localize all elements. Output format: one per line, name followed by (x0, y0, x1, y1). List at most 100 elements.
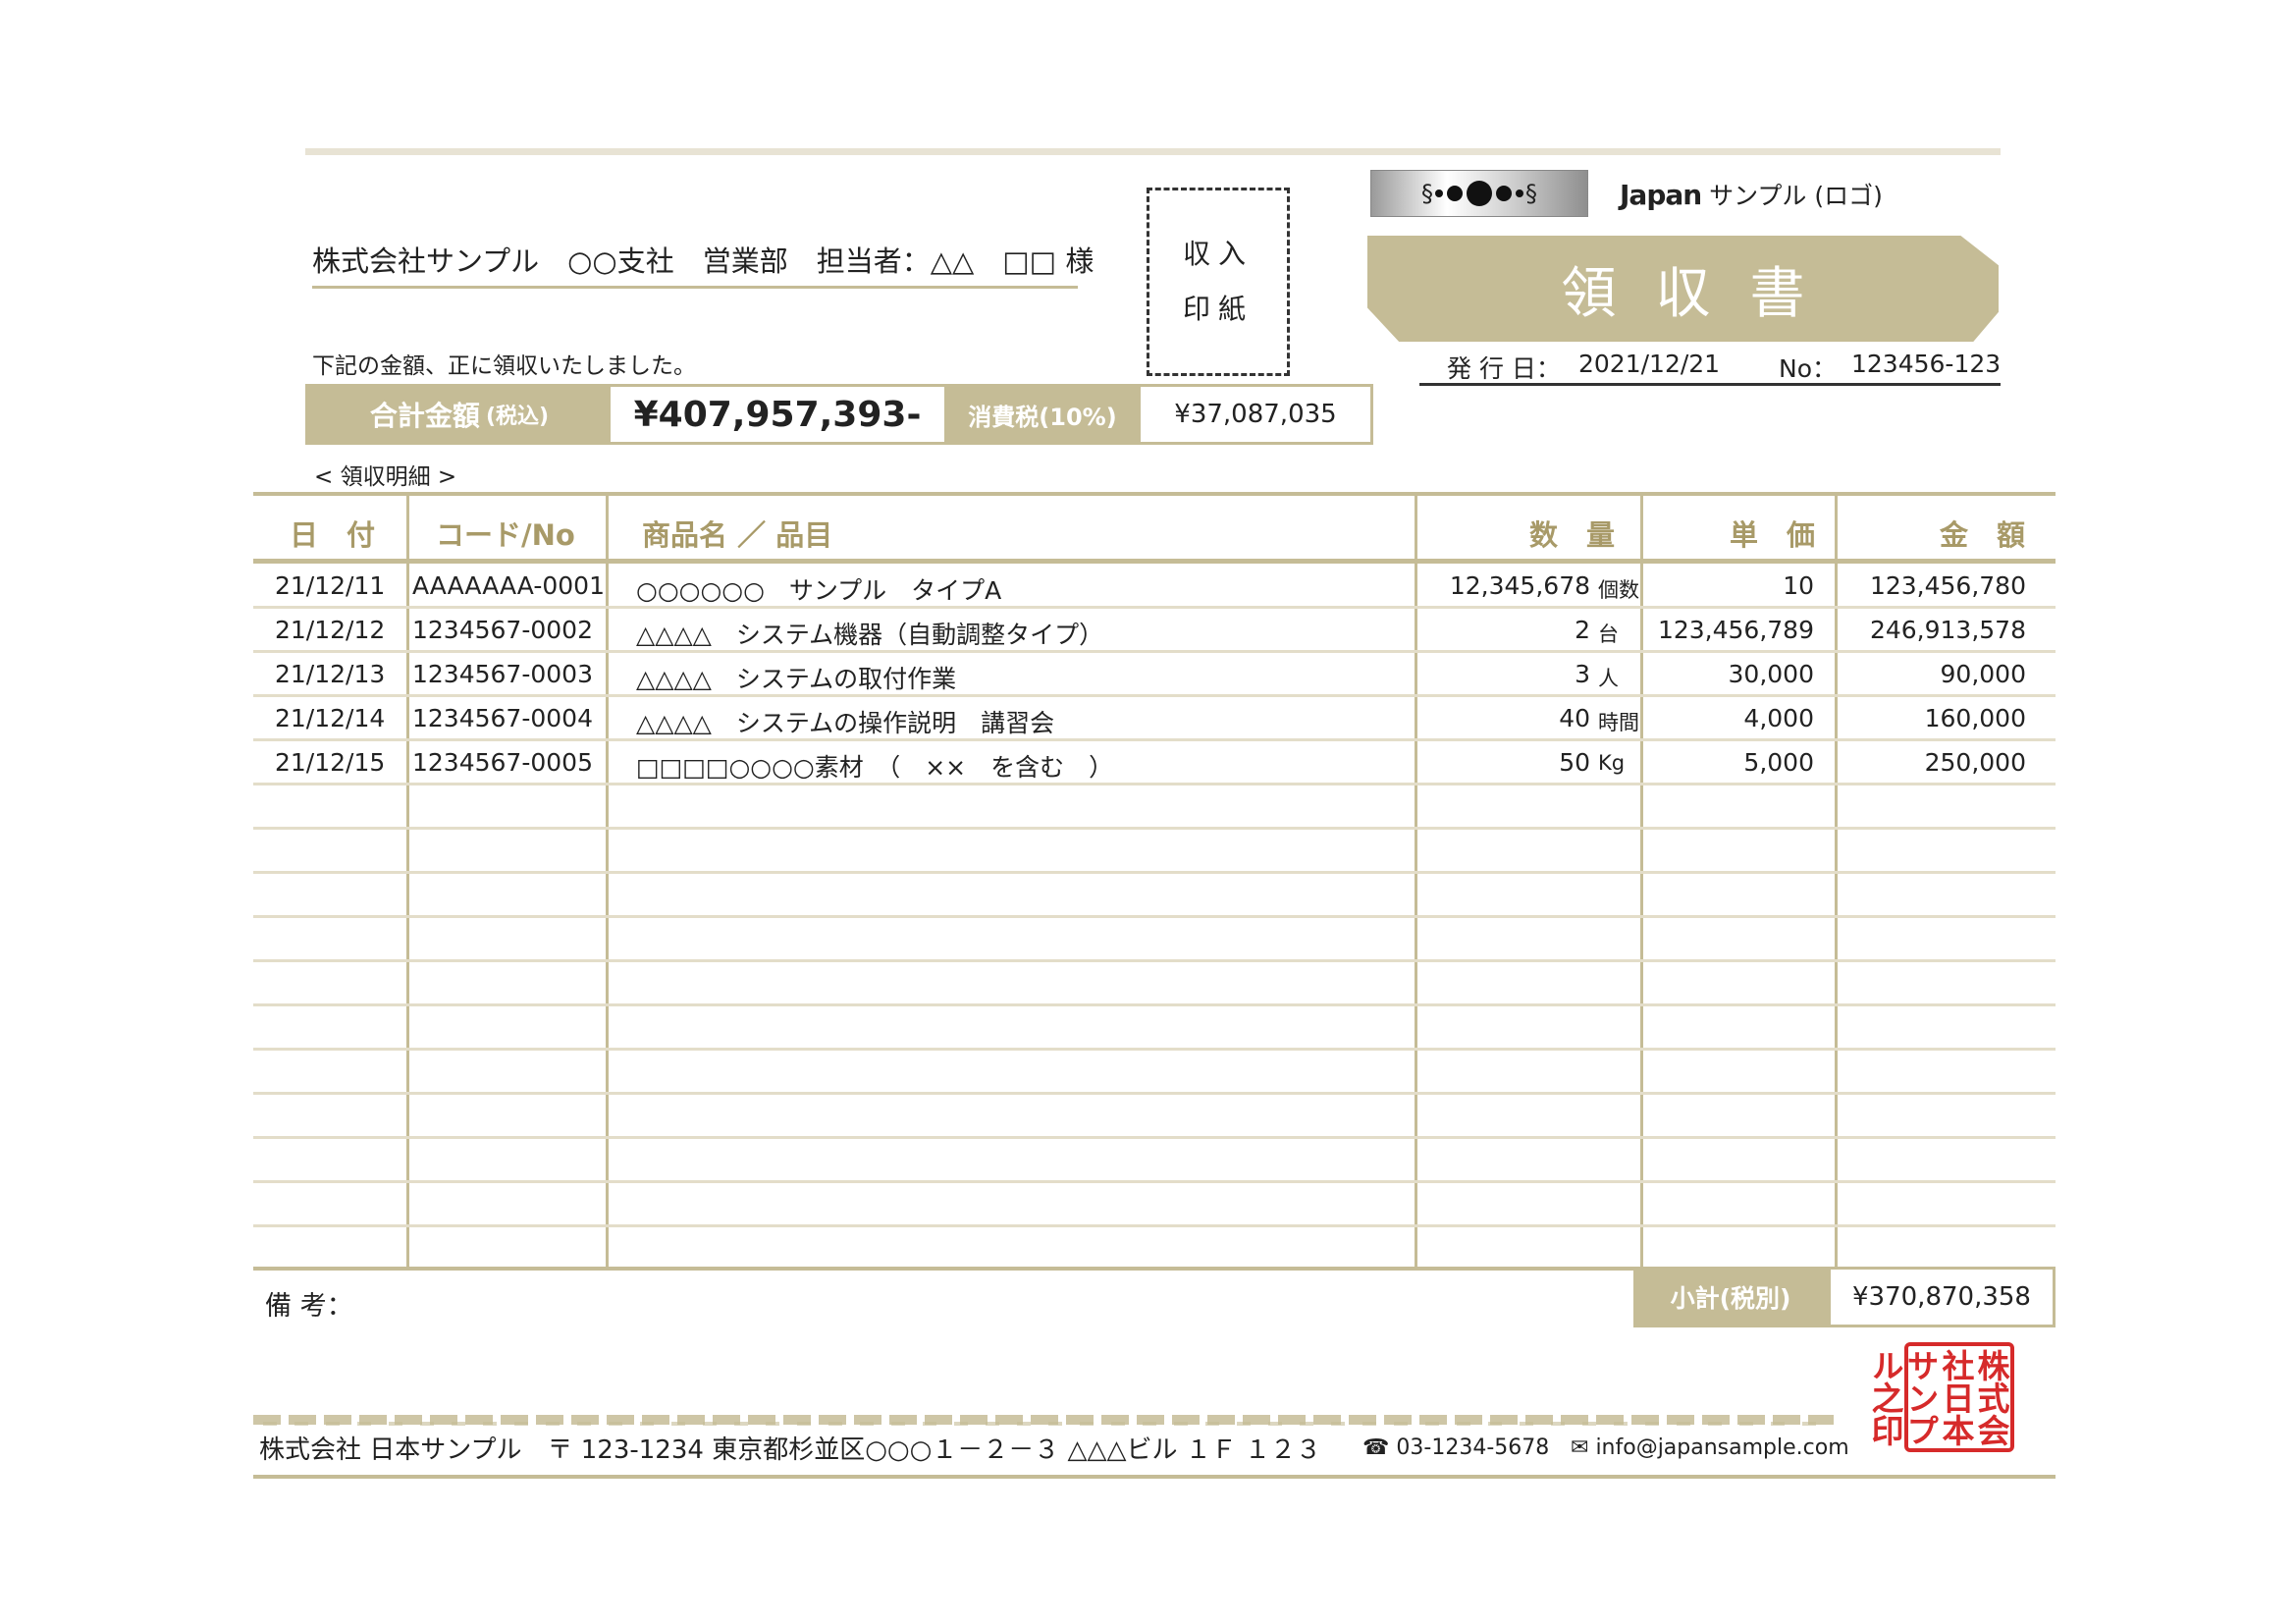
cell-item: ○○○○○○ サンプル タイプA (636, 576, 1002, 605)
cell-unit: 台 (1598, 623, 1619, 646)
mail-icon: ✉ (1571, 1435, 1589, 1460)
received-statement: 下記の金額、正に領収いたしました。 (312, 353, 696, 379)
table-row (253, 785, 2056, 826)
company-logo: § § (1370, 170, 1588, 217)
issue-date-label: 発 行 日： (1447, 354, 1561, 383)
title-banner: 領収書 (1367, 236, 1999, 342)
seal-text: 株式会社日本サンプル之印 (1866, 1348, 2010, 1446)
cell-qty: 3 (1575, 660, 1590, 688)
header-unit-price: 単 価 (1730, 518, 1816, 552)
cell-amount: 250,000 (1924, 748, 2026, 777)
logo-text: サンプル (ロゴ) (1709, 182, 1883, 210)
cell-unit-price: 5,000 (1743, 748, 1814, 777)
table-row (253, 1226, 2056, 1268)
table-row (253, 1005, 2056, 1047)
header-qty: 数 量 (1529, 518, 1616, 552)
logo-mark-right: § (1525, 180, 1537, 207)
cell-item: □□□□○○○○素材 （ ×× を含む ） (636, 753, 1114, 782)
cell-amount: 246,913,578 (1869, 616, 2026, 644)
cell-qty: 50 (1559, 748, 1590, 777)
table-row: 21/12/15 1234567-0005 □□□□○○○○素材 （ ×× を含む … (253, 740, 2056, 782)
total-label: 合計金額 (税込) (308, 387, 611, 442)
cell-qty: 12,345,678 (1449, 571, 1590, 600)
cell-unit: 時間 (1598, 711, 1639, 734)
cell-qty: 2 (1575, 616, 1590, 644)
details-label: < 領収明細 > (314, 464, 457, 490)
table-row (253, 1138, 2056, 1179)
header-date: 日 付 (290, 518, 376, 552)
header-code: コード/No (436, 518, 575, 552)
cell-item: △△△△ システムの取付作業 (636, 665, 957, 693)
footer-dash-rule (253, 1422, 1834, 1426)
cell-date: 21/12/14 (275, 704, 386, 732)
table-row (253, 873, 2056, 914)
logo-dot-icon (1467, 181, 1492, 206)
tax-label: 消費税(10%) (944, 387, 1141, 442)
cell-unit: 人 (1598, 667, 1619, 690)
top-rule (305, 148, 2001, 155)
logo-mark-left: § (1421, 180, 1433, 207)
total-amount: ¥407,957,393- (633, 394, 922, 435)
logo-caption: Japan サンプル (ロゴ) (1620, 177, 1883, 212)
cell-date: 21/12/11 (275, 571, 386, 600)
table-top-rule (253, 492, 2056, 496)
logo-dot-icon (1496, 186, 1512, 201)
cell-unit: 個数 (1598, 578, 1639, 602)
tax-amount: ¥37,087,035 (1174, 400, 1337, 429)
cell-code: 1234567-0005 (412, 748, 593, 777)
remarks-label: 備 考： (265, 1291, 353, 1322)
subtotal-amount: ¥370,870,358 (1828, 1267, 2056, 1327)
table-row (253, 1182, 2056, 1223)
subtotal-box: 小計(税別) ¥370,870,358 (1633, 1267, 2056, 1327)
cell-amount: 90,000 (1940, 660, 2026, 688)
cell-qty: 40 (1559, 704, 1590, 732)
footer-address: 株式会社 日本サンプル 〒 123-1234 東京都杉並区○○○１－２－３ △△… (259, 1435, 1322, 1465)
cell-code: 1234567-0003 (412, 660, 593, 688)
company-seal: 株式会社日本サンプル之印 (1866, 1342, 2014, 1452)
issue-info: 発 行 日： 2021/12/21 No： 123456-123 (1419, 344, 2001, 386)
footer-rule (253, 1475, 2056, 1479)
revenue-stamp-box: 収入 印紙 (1147, 188, 1290, 376)
cell-amount: 123,456,780 (1869, 571, 2026, 600)
stamp-label-line2: 印紙 (1182, 293, 1254, 325)
table-row: 21/12/14 1234567-0004 △△△△ システムの操作説明 講習会 40… (253, 696, 2056, 737)
totals-bar: 合計金額 (税込) ¥407,957,393- 消費税(10%) ¥37,087… (305, 384, 1373, 445)
total-label-note: (税込) (485, 405, 550, 429)
total-label-text: 合計金額 (369, 400, 480, 432)
table-row (253, 829, 2056, 870)
subtotal-label: 小計(税別) (1633, 1267, 1828, 1327)
table-row: 21/12/13 1234567-0003 △△△△ システムの取付作業 3 人 30,0… (253, 652, 2056, 693)
document-title: 領収書 (1561, 261, 1844, 326)
table-row (253, 917, 2056, 958)
table-header: 日 付 コード/No 商品名 ／ 品目 数 量 単 価 金 額 (253, 499, 2056, 558)
header-item: 商品名 ／ 品目 (642, 518, 833, 552)
cell-unit-price: 4,000 (1743, 704, 1814, 732)
cell-unit-price: 123,456,789 (1657, 616, 1814, 644)
cell-code: AAAAAAA-0001 (412, 571, 605, 600)
issue-date: 2021/12/21 (1578, 350, 1721, 378)
cell-unit-price: 10 (1783, 571, 1814, 600)
phone-icon: ☎ (1362, 1435, 1390, 1460)
footer-tel-number: 03-1234-5678 (1396, 1435, 1550, 1460)
footer-email: ✉ info@japansample.com (1571, 1435, 1849, 1460)
logo-dot-icon (1435, 189, 1443, 197)
table-row (253, 1050, 2056, 1091)
cell-date: 21/12/15 (275, 748, 386, 777)
recipient-name: 株式会社サンプル ○○支社 営業部 担当者：△△ □□ 様 (312, 239, 1094, 289)
table-row: 21/12/12 1234567-0002 △△△△ システム機器（自動調整タイプ）… (253, 608, 2056, 649)
cell-date: 21/12/13 (275, 660, 386, 688)
cell-item: △△△△ システム機器（自動調整タイプ） (636, 621, 1104, 649)
logo-dot-icon (1516, 189, 1523, 197)
table-row (253, 961, 2056, 1002)
issue-no: 123456-123 (1851, 350, 2002, 378)
cell-unit-price: 30,000 (1728, 660, 1814, 688)
cell-code: 1234567-0004 (412, 704, 593, 732)
stamp-label-line1: 収入 (1182, 238, 1254, 270)
footer-tel: ☎ 03-1234-5678 (1362, 1435, 1549, 1460)
table-row (253, 1094, 2056, 1135)
header-amount: 金 額 (1940, 518, 2026, 552)
cell-code: 1234567-0002 (412, 616, 593, 644)
table-row: 21/12/11 AAAAAAA-0001 ○○○○○○ サンプル タイプA 12,3… (253, 564, 2056, 605)
issue-no-label: No： (1779, 354, 1837, 383)
cell-amount: 160,000 (1924, 704, 2026, 732)
